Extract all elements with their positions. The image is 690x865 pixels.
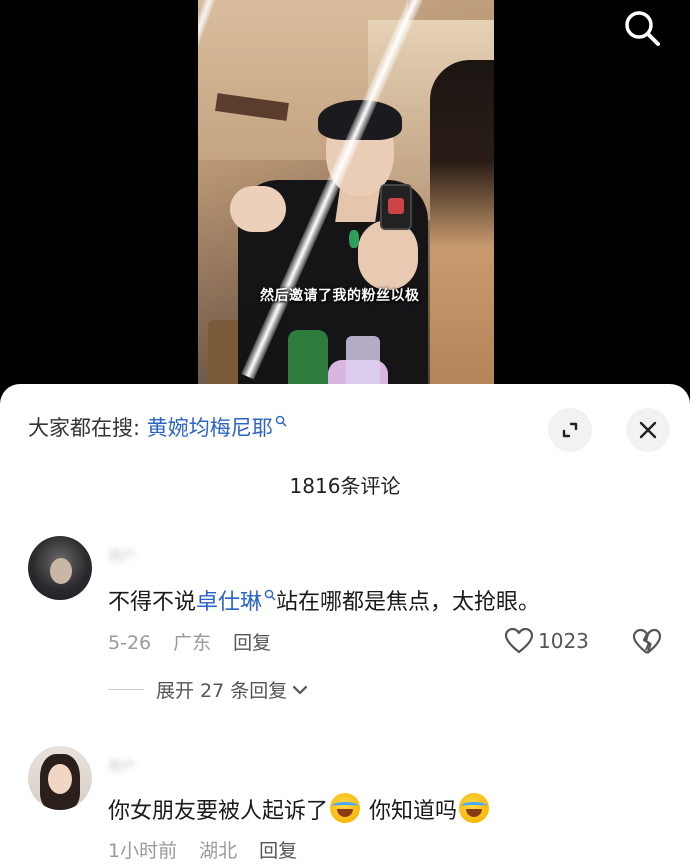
expand-button[interactable] <box>548 408 592 452</box>
broken-heart-icon <box>632 628 662 654</box>
video-frame[interactable]: 然后邀请了我的粉丝以极 <box>198 0 494 395</box>
like-count: 1023 <box>538 629 589 653</box>
comment-count: 1816条评论 <box>289 474 401 498</box>
comment-date: 1小时前 <box>108 840 178 862</box>
small-search-icon <box>264 589 276 601</box>
comment-date: 5-26 <box>108 632 152 654</box>
comment-sheet: 大家都在搜: 黄婉均梅尼耶 1816条评论 用户 不得不说卓仕琳 站在哪都是焦点，… <box>0 384 690 865</box>
avatar-face <box>48 764 72 794</box>
expand-icon <box>562 422 578 438</box>
reply-button[interactable]: 回复 <box>233 632 271 654</box>
small-search-icon <box>275 415 287 427</box>
trending-prefix: 大家都在搜: <box>28 416 147 440</box>
cry-laugh-emoji <box>459 793 490 823</box>
close-icon <box>639 421 657 439</box>
expand-replies-button[interactable]: 展开 27 条回复 <box>108 676 309 703</box>
comment-text-part: 你知道吗 <box>362 799 458 824</box>
avatar-face <box>50 558 72 584</box>
like-button[interactable]: 1023 <box>504 627 589 655</box>
dislike-button[interactable] <box>632 628 662 660</box>
video-caption: 然后邀请了我的粉丝以极 <box>260 288 420 304</box>
video-player[interactable]: 然后邀请了我的粉丝以极 <box>0 0 690 400</box>
comment-item: 用户 不得不说卓仕琳 站在哪都是焦点，太抢眼。 5-26 广东 回复 1023 展开 … <box>0 534 690 714</box>
cry-laugh-emoji <box>330 793 361 823</box>
mention-link[interactable]: 卓仕琳 <box>196 590 262 615</box>
chevron-down-icon <box>293 685 308 694</box>
search-icon <box>625 11 660 46</box>
comment-text-part: 站在哪都是焦点，太抢眼。 <box>276 590 541 615</box>
sheet-header: 大家都在搜: 黄婉均梅尼耶 <box>0 384 690 474</box>
trending-term-link[interactable]: 黄婉均梅尼耶 <box>147 416 273 440</box>
comment-text: 你女朋友要被人起诉了 你知道吗 <box>108 788 491 825</box>
person-camera <box>380 184 412 230</box>
comment-text: 不得不说卓仕琳 站在哪都是焦点，太抢眼。 <box>108 584 540 616</box>
trending-search: 大家都在搜: 黄婉均梅尼耶 <box>28 412 287 442</box>
comment-username[interactable]: 用户 <box>108 546 136 566</box>
heart-icon <box>504 627 534 654</box>
divider-line <box>108 689 144 690</box>
reply-button[interactable]: 回复 <box>259 840 297 862</box>
expand-replies-label: 展开 27 条回复 <box>156 680 288 702</box>
comment-location: 湖北 <box>199 840 238 862</box>
search-button[interactable] <box>620 8 664 48</box>
comment-username[interactable]: 用户 <box>108 756 136 776</box>
close-button[interactable] <box>626 408 670 452</box>
comment-text-part: 不得不说 <box>108 590 197 615</box>
comment-meta: 5-26 广东 回复 <box>108 628 293 655</box>
comment-item: 用户 你女朋友要被人起诉了 你知道吗 1小时前 湖北 回复 <box>0 744 690 865</box>
comment-location: 广东 <box>173 632 212 654</box>
comment-text-part: 你女朋友要被人起诉了 <box>108 799 329 824</box>
comment-meta: 1小时前 湖北 回复 <box>108 836 319 863</box>
avatar[interactable] <box>28 746 92 810</box>
avatar[interactable] <box>28 536 92 600</box>
person-hand-left <box>230 186 286 232</box>
video-person-right <box>430 60 494 395</box>
